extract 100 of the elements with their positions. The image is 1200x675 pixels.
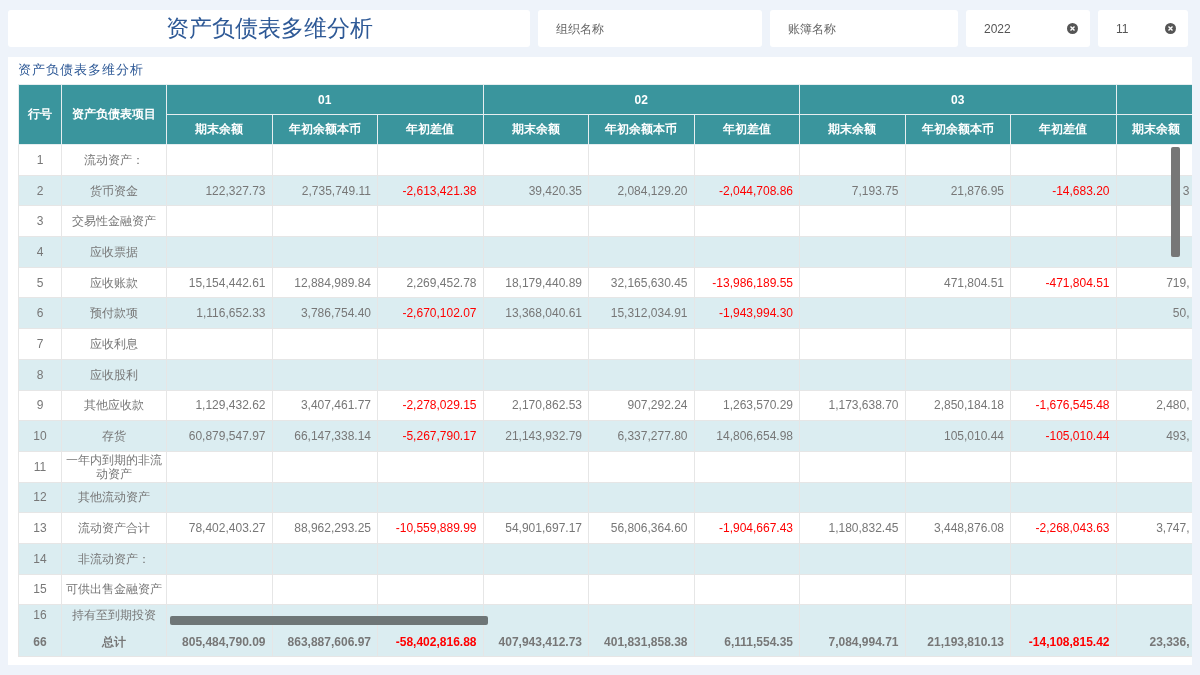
- row-number: 7: [36, 336, 44, 351]
- table-cell: 3,786,754.40: [300, 306, 371, 321]
- item-name: 流动资产合计: [78, 521, 150, 536]
- item-name: 流动资产：: [84, 152, 144, 167]
- item-name: 其他流动资产: [78, 490, 150, 505]
- item-name: 其他应收款: [84, 398, 144, 413]
- row-number: 3: [36, 214, 44, 229]
- table-cell: -2,044,708.86: [718, 183, 794, 198]
- table-cell: 21,143,932.79: [505, 429, 582, 444]
- row-number: 14: [33, 551, 47, 566]
- table-cell: 6,337,277.80: [617, 429, 688, 444]
- table-cell: 7,193.75: [851, 183, 899, 198]
- table-cell: 1,173,638.70: [828, 398, 899, 413]
- item-name: 一年内到期的非流动资产: [66, 452, 162, 481]
- table-cell: 15,312,034.91: [610, 306, 688, 321]
- table-cell: 60,879,547.97: [188, 429, 266, 444]
- column-header: 期末余额: [511, 122, 560, 136]
- table-cell: 2,170,862.53: [511, 398, 582, 413]
- table-cell: 2,480,: [1156, 398, 1190, 413]
- table-cell: 3: [1182, 183, 1190, 198]
- table-cell: -2,278,029.15: [402, 398, 477, 413]
- table-cell: -1,943,994.30: [718, 306, 794, 321]
- table-cell: 2,084,129.20: [617, 183, 688, 198]
- item-name: 非流动资产：: [78, 551, 150, 566]
- table-cell: 13,368,040.61: [505, 306, 582, 321]
- column-header: 年初余额本币: [288, 122, 361, 136]
- table-cell: 863,887,606.97: [287, 634, 371, 649]
- item-name: 应收票据: [90, 244, 138, 259]
- scrollbar-thumb[interactable]: [1171, 147, 1180, 257]
- table-cell: -105,010.44: [1045, 429, 1110, 444]
- table-cell: 21,193,810.13: [927, 634, 1005, 649]
- group-header: 02: [634, 92, 648, 107]
- table-cell: 407,943,412.73: [498, 634, 582, 649]
- column-header: 年初差值: [722, 122, 771, 136]
- table-cell: -14,108,815.42: [1028, 634, 1110, 649]
- table-cell: 105,010.44: [943, 429, 1005, 444]
- table-cell: 3,448,876.08: [933, 521, 1005, 536]
- column-header: 年初差值: [406, 122, 455, 136]
- table-cell: 6,111,554.35: [724, 634, 794, 649]
- table-cell: 3,747,: [1156, 521, 1190, 536]
- table-cell: -14,683.20: [1052, 183, 1110, 198]
- table-cell: 2,735,749.11: [301, 183, 371, 198]
- page-title: 资产负债表多维分析: [165, 14, 373, 43]
- table-cell: 7,084,994.71: [828, 634, 899, 649]
- row-number: 6: [36, 306, 44, 321]
- table-cell: -5,267,790.17: [402, 429, 477, 444]
- table-cell: 39,420.35: [528, 183, 582, 198]
- table-cell: 401,831,858.38: [604, 634, 688, 649]
- column-header: 年初余额本币: [921, 122, 994, 136]
- row-number: 4: [36, 244, 44, 259]
- table-cell: -471,804.51: [1045, 275, 1110, 290]
- table-cell: -2,613,421.38: [402, 183, 477, 198]
- table-cell: 54,901,697.17: [505, 521, 582, 536]
- row-number: 13: [33, 521, 47, 536]
- table-cell: 3,407,461.77: [300, 398, 371, 413]
- table-cell: 88,962,293.25: [294, 521, 371, 536]
- table-cell: -2,670,102.07: [402, 306, 477, 321]
- table-cell: 2,269,452.78: [406, 275, 477, 290]
- row-number: 9: [36, 398, 44, 413]
- table-cell: 719,: [1166, 275, 1190, 290]
- table-cell: 14,806,654.98: [716, 429, 794, 444]
- table-cell: 66,147,338.14: [294, 429, 371, 444]
- table-cell: 21,876.95: [950, 183, 1005, 198]
- table-cell: -1,676,545.48: [1035, 398, 1110, 413]
- row-number: 10: [33, 429, 47, 444]
- item-name: 应收账款: [90, 275, 138, 290]
- group-header: 03: [951, 92, 965, 107]
- report-title: 资产负债表多维分析: [18, 62, 144, 79]
- item-name: 交易性金融资产: [72, 214, 156, 229]
- table-cell: 12,884,989.84: [294, 275, 371, 290]
- clear-icon[interactable]: [1067, 23, 1078, 34]
- item-name: 持有至到期投资: [72, 608, 156, 623]
- table-cell: 23,336,: [1149, 634, 1190, 649]
- row-number: 1: [36, 152, 44, 167]
- column-header: 期末余额: [195, 122, 244, 136]
- row-number: 5: [36, 275, 44, 290]
- table-cell: 907,292.24: [627, 398, 688, 413]
- clear-icon[interactable]: [1165, 23, 1176, 34]
- input-field[interactable]: 账簿名称: [770, 10, 958, 47]
- column-header: 资产负债表项目: [72, 107, 156, 121]
- table-cell: 32,165,630.45: [610, 275, 688, 290]
- scrollbar-thumb[interactable]: [170, 616, 488, 625]
- group-header: 01: [318, 92, 332, 107]
- item-name: 可供出售金融资产: [66, 582, 162, 597]
- select-field[interactable]: 11: [1098, 10, 1188, 47]
- table-cell: 15,154,442.61: [188, 275, 266, 290]
- item-name: 总计: [102, 634, 126, 649]
- table-cell: -58,402,816.88: [395, 634, 477, 649]
- table-cell: 471,804.51: [943, 275, 1005, 290]
- input-field[interactable]: 组织名称: [538, 10, 762, 47]
- table-cell: 18,179,440.89: [505, 275, 582, 290]
- row-number: 12: [33, 490, 47, 505]
- table-cell: 1,263,570.29: [722, 398, 794, 413]
- row-number: 16: [33, 608, 47, 623]
- column-header: 年初差值: [1039, 122, 1088, 136]
- item-name: 应收股利: [90, 367, 138, 382]
- item-name: 应收利息: [90, 336, 138, 351]
- table-cell: 1,180,832.45: [828, 521, 899, 536]
- select-field[interactable]: 2022: [966, 10, 1090, 47]
- table-cell: 50,: [1172, 306, 1190, 321]
